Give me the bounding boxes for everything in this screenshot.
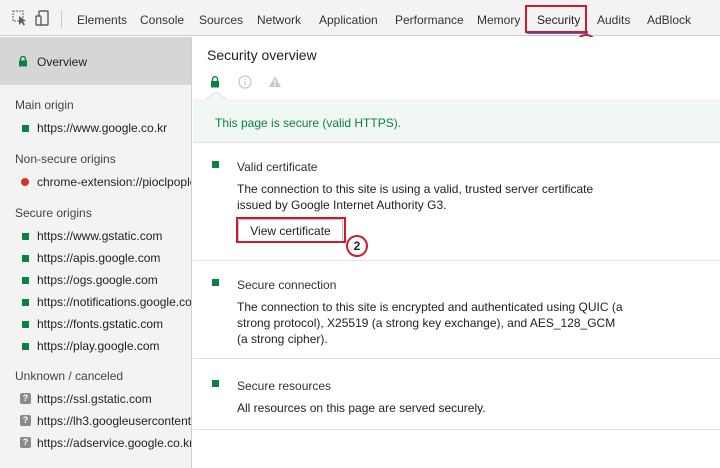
secure-square-icon (212, 279, 219, 286)
info-icon[interactable] (238, 75, 252, 92)
origin-label: https://ssl.gstatic.com (37, 392, 152, 406)
origin-label: https://ogs.google.com (37, 273, 158, 287)
tab-console[interactable]: Console (140, 13, 184, 27)
secure-status-text: This page is secure (valid HTTPS). (215, 116, 402, 130)
lock-icon (18, 55, 28, 70)
secure-square-icon (22, 255, 29, 262)
warning-icon[interactable] (268, 75, 282, 91)
insecure-dot-icon (21, 178, 29, 186)
origin-label: https://adservice.google.co.kr (37, 436, 191, 450)
device-mode-icon[interactable] (35, 10, 51, 26)
secure-square-icon (22, 321, 29, 328)
tab-audits[interactable]: Audits (597, 13, 630, 27)
unknown-question-icon: ? (20, 437, 31, 448)
inspect-cursor-icon[interactable] (12, 10, 28, 26)
security-overview-panel: Security overview This page is secure (v… (193, 37, 720, 468)
section-secure-connection: Secure connection The connection to this… (193, 262, 720, 359)
sidebar-item-secure-origin[interactable]: https://notifications.google.com (0, 293, 191, 313)
sidebar-item-unknown-origin[interactable]: ? https://adservice.google.co.kr (0, 434, 191, 454)
section-description: All resources on this page are served se… (237, 401, 486, 415)
secure-square-icon (22, 299, 29, 306)
section-description: The connection to this site is using a v… (237, 182, 594, 212)
origin-label: chrome-extension://pioclpoplc (37, 175, 191, 189)
callout-2: 2 (346, 235, 368, 257)
tab-network[interactable]: Network (257, 13, 301, 27)
section-title: Valid certificate (237, 160, 318, 174)
origin-label: https://play.google.com (37, 339, 160, 353)
section-title: Secure resources (237, 379, 332, 393)
secure-origins-header: Secure origins (15, 206, 92, 220)
lock-icon[interactable] (210, 76, 220, 91)
secure-square-icon (212, 380, 219, 387)
origin-label: https://apis.google.com (37, 251, 161, 265)
secure-square-icon (212, 161, 219, 168)
section-secure-resources: Secure resources All resources on this p… (193, 360, 720, 430)
tab-elements[interactable]: Elements (77, 13, 127, 27)
devtools-toolbar: Elements Console Sources Network Applica… (0, 0, 720, 36)
view-certificate-highlight (236, 217, 346, 243)
non-secure-origins-header: Non-secure origins (15, 152, 116, 166)
unknown-origins-header: Unknown / canceled (15, 369, 124, 383)
secure-square-icon (22, 277, 29, 284)
sidebar-item-secure-origin[interactable]: https://fonts.gstatic.com (0, 315, 191, 335)
tab-memory[interactable]: Memory (477, 13, 520, 27)
sidebar-item-secure-origin[interactable]: https://apis.google.com (0, 249, 191, 269)
sidebar-item-overview[interactable]: Overview (0, 37, 191, 85)
secure-status-banner: This page is secure (valid HTTPS). (193, 99, 720, 143)
secure-square-icon (22, 233, 29, 240)
page-title: Security overview (207, 47, 317, 63)
panel-footer (193, 431, 720, 468)
origin-label: https://lh3.googleusercontent.com (37, 414, 191, 428)
sidebar-item-main-origin[interactable]: https://www.google.co.kr (0, 119, 191, 139)
origin-label: https://www.gstatic.com (37, 229, 163, 243)
sidebar-item-unknown-origin[interactable]: ? https://ssl.gstatic.com (0, 390, 191, 410)
origin-label: https://fonts.gstatic.com (37, 317, 164, 331)
unknown-question-icon: ? (20, 415, 31, 426)
security-tab-highlight (525, 5, 587, 33)
section-title: Secure connection (237, 278, 337, 292)
origin-label: https://www.google.co.kr (37, 121, 168, 135)
sidebar-item-label: Overview (37, 55, 88, 69)
sidebar-item-secure-origin[interactable]: https://www.gstatic.com (0, 227, 191, 247)
section-valid-certificate: Valid certificate The connection to this… (193, 144, 720, 261)
sidebar-item-unknown-origin[interactable]: ? https://lh3.googleusercontent.com (0, 412, 191, 432)
tab-application[interactable]: Application (319, 13, 378, 27)
sidebar-item-non-secure-origin[interactable]: chrome-extension://pioclpoplc (0, 173, 191, 193)
secure-square-icon (22, 343, 29, 350)
status-icon-row (193, 73, 720, 100)
tab-adblock[interactable]: AdBlock (647, 13, 691, 27)
sidebar-item-secure-origin[interactable]: https://ogs.google.com (0, 271, 191, 291)
sidebar-item-secure-origin[interactable]: https://play.google.com (0, 337, 191, 357)
toolbar-separator (61, 10, 62, 28)
section-description: The connection to this site is encrypted… (237, 300, 623, 346)
security-sidebar: Overview Main origin https://www.google.… (0, 37, 192, 468)
tab-performance[interactable]: Performance (395, 13, 464, 27)
origin-label: https://notifications.google.com (37, 295, 191, 309)
unknown-question-icon: ? (20, 393, 31, 404)
secure-square-icon (22, 125, 29, 132)
main-origin-header: Main origin (15, 98, 74, 112)
tab-sources[interactable]: Sources (199, 13, 243, 27)
